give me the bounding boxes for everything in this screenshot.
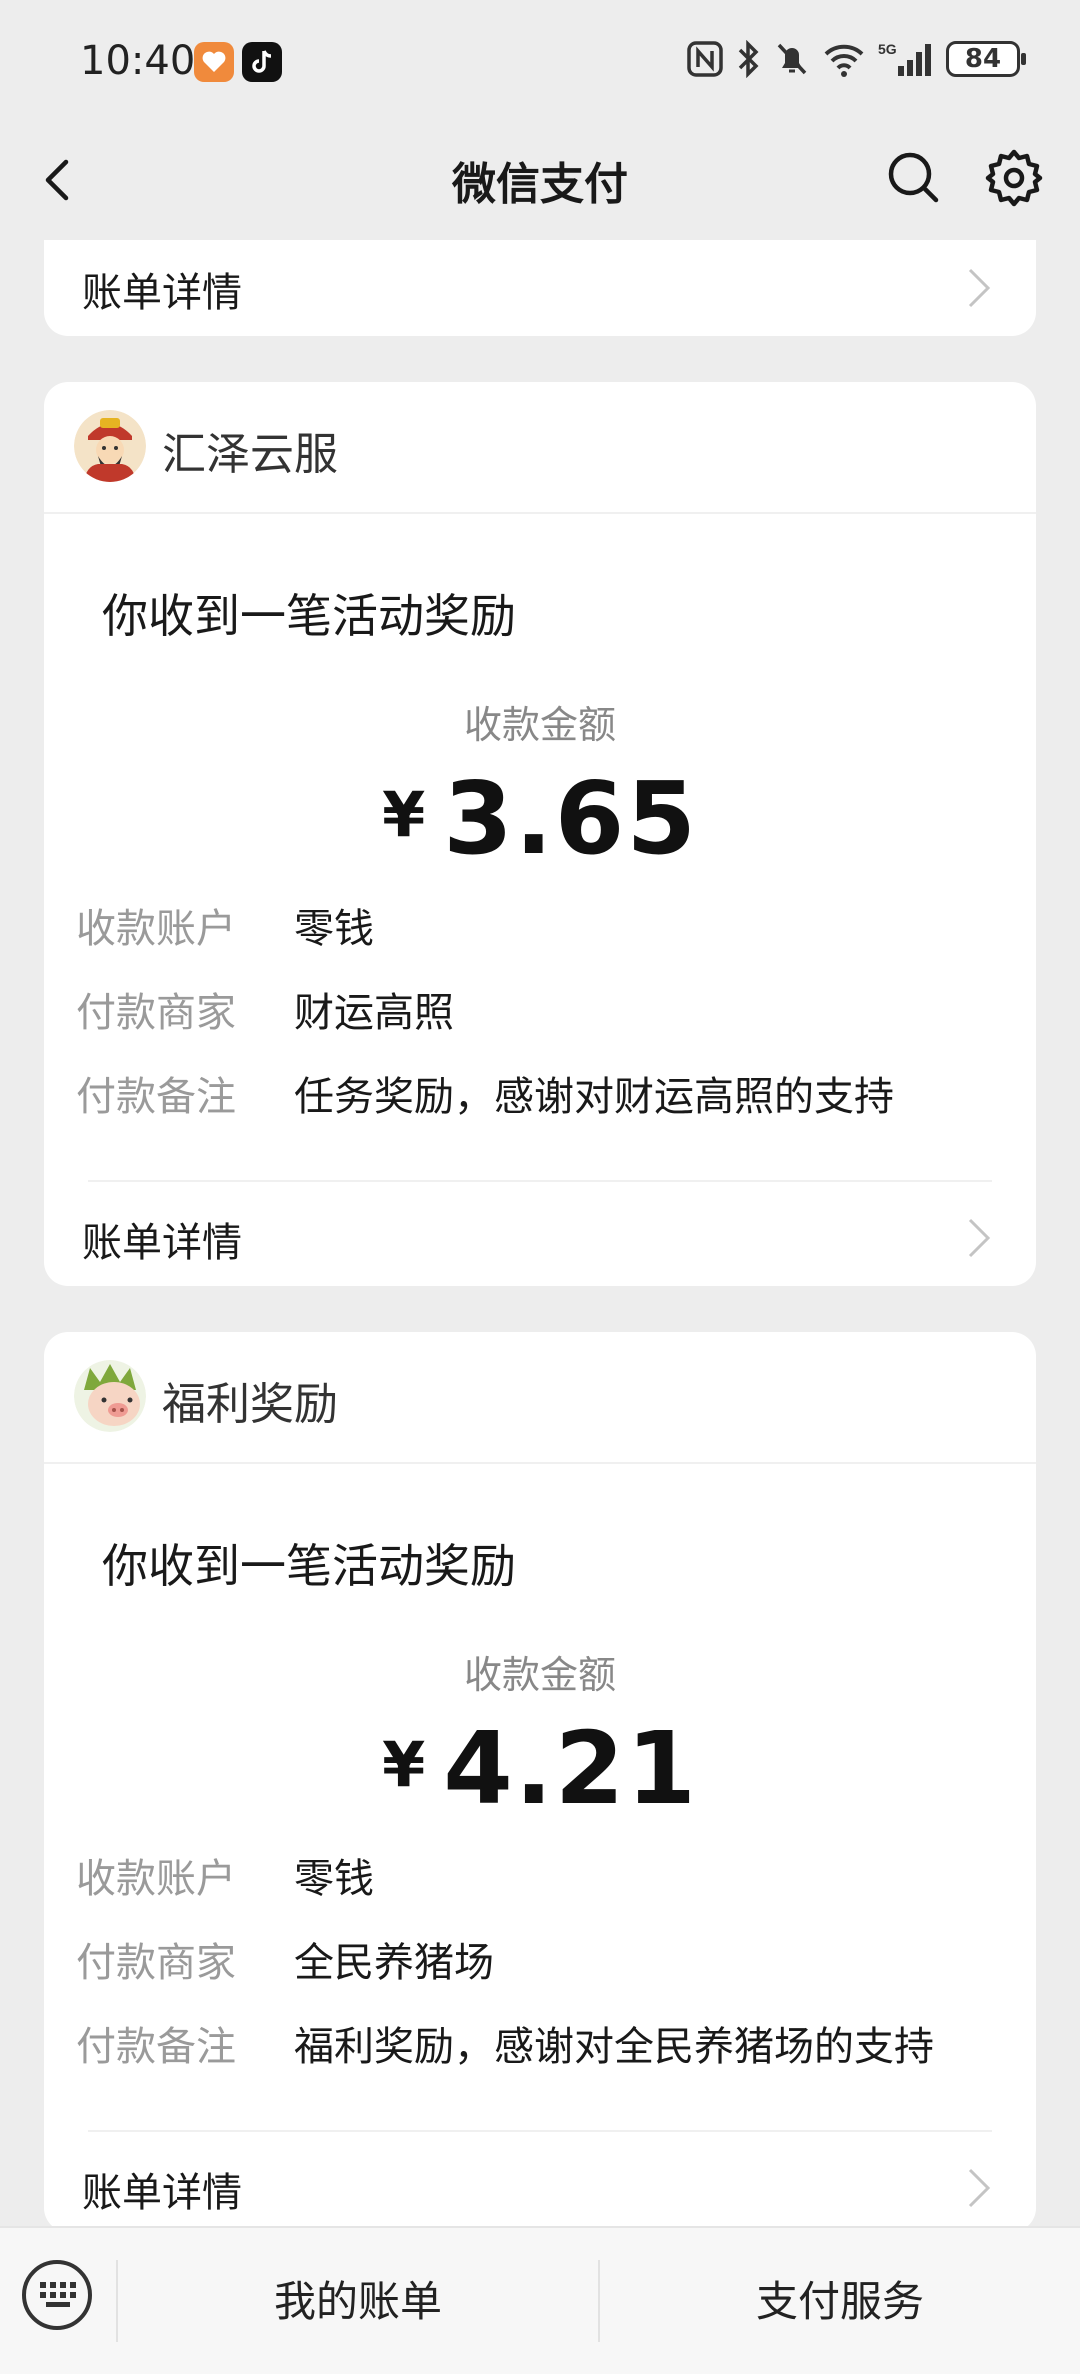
merchant-avatar — [74, 1360, 146, 1432]
chevron-right-icon — [968, 1218, 991, 1258]
wifi-icon — [824, 44, 864, 77]
status-time: 10:40 — [80, 38, 196, 84]
payment-message-card: 汇泽云服 你收到一笔活动奖励 收款金额 ¥3.65 收款账户 零钱 付款商家 财… — [44, 382, 1036, 1286]
info-value: 零钱 — [294, 1856, 374, 1902]
info-value: 零钱 — [294, 906, 374, 952]
bill-detail-label: 账单详情 — [82, 1220, 242, 1266]
info-row: 收款账户 零钱 — [76, 896, 1006, 956]
info-value: 任务奖励，感谢对财运高照的支持 — [294, 1074, 894, 1120]
info-value: 财运高照 — [294, 990, 454, 1036]
info-key: 付款备注 — [76, 2024, 236, 2070]
bluetooth-icon — [738, 40, 759, 78]
heart-app-icon — [194, 42, 234, 82]
amount: ¥4.21 — [44, 1710, 1036, 1827]
amount-label: 收款金额 — [463, 703, 616, 747]
merchant-name: 福利奖励 — [162, 1379, 338, 1430]
message-headline: 你收到一笔活动奖励 — [102, 1539, 516, 1593]
amount-label: 收款金额 — [463, 1653, 616, 1697]
payment-services-tab[interactable]: 支付服务 — [600, 2268, 1080, 2329]
info-row: 付款商家 财运高照 — [76, 980, 1006, 1040]
merchant-avatar — [74, 410, 146, 482]
card-header[interactable]: 福利奖励 — [44, 1332, 1036, 1464]
info-value: 全民养猪场 — [294, 1940, 494, 1986]
status-bar: 10:40 5G 84 — [0, 0, 1080, 130]
bill-detail-card: 账单详情 — [44, 240, 1036, 336]
bill-detail-link[interactable]: 账单详情 — [82, 2140, 998, 2236]
gear-icon[interactable] — [982, 146, 1046, 210]
info-key: 收款账户 — [76, 906, 236, 952]
info-row: 付款备注 任务奖励，感谢对财运高照的支持 — [76, 1064, 1006, 1124]
message-headline: 你收到一笔活动奖励 — [102, 589, 516, 643]
amount: ¥3.65 — [44, 760, 1036, 877]
currency-symbol: ¥ — [382, 1728, 426, 1801]
info-key: 付款商家 — [76, 990, 236, 1036]
bill-detail-link[interactable]: 账单详情 — [82, 240, 998, 336]
merchant-name: 汇泽云服 — [162, 429, 338, 480]
amount-value: 4.21 — [443, 1710, 698, 1827]
my-bills-tab[interactable]: 我的账单 — [118, 2268, 598, 2329]
nfc-icon — [687, 41, 723, 77]
payment-message-card: 福利奖励 你收到一笔活动奖励 收款金额 ¥4.21 收款账户 零钱 付款商家 全… — [44, 1332, 1036, 2232]
bottom-menu-bar: 我的账单 支付服务 — [0, 2226, 1080, 2374]
bill-detail-link[interactable]: 账单详情 — [82, 1190, 998, 1286]
info-key: 付款商家 — [76, 1940, 236, 1986]
bill-detail-label: 账单详情 — [82, 270, 242, 316]
mute-icon — [777, 43, 807, 75]
info-key: 收款账户 — [76, 1856, 236, 1902]
info-row: 付款商家 全民养猪场 — [76, 1930, 1006, 1990]
amount-value: 3.65 — [443, 760, 698, 877]
currency-symbol: ¥ — [382, 778, 426, 851]
divider — [88, 1180, 992, 1182]
info-key: 付款备注 — [76, 1074, 236, 1120]
search-icon[interactable] — [882, 146, 946, 210]
5g-signal-icon: 5G — [878, 41, 931, 76]
info-row: 付款备注 福利奖励，感谢对全民养猪场的支持 — [76, 2014, 1006, 2074]
info-value: 福利奖励，感谢对全民养猪场的支持 — [294, 2024, 934, 2070]
svg-text:5G: 5G — [878, 41, 897, 57]
chevron-right-icon — [968, 2168, 991, 2208]
info-row: 收款账户 零钱 — [76, 1846, 1006, 1906]
bill-detail-label: 账单详情 — [82, 2170, 242, 2216]
keyboard-icon[interactable] — [22, 2260, 92, 2330]
chevron-right-icon — [968, 268, 991, 308]
nav-bar: 微信支付 — [0, 130, 1080, 230]
battery-icon: 84 — [946, 41, 1026, 77]
tiktok-icon — [242, 42, 282, 82]
divider — [88, 2130, 992, 2132]
card-header[interactable]: 汇泽云服 — [44, 382, 1036, 514]
